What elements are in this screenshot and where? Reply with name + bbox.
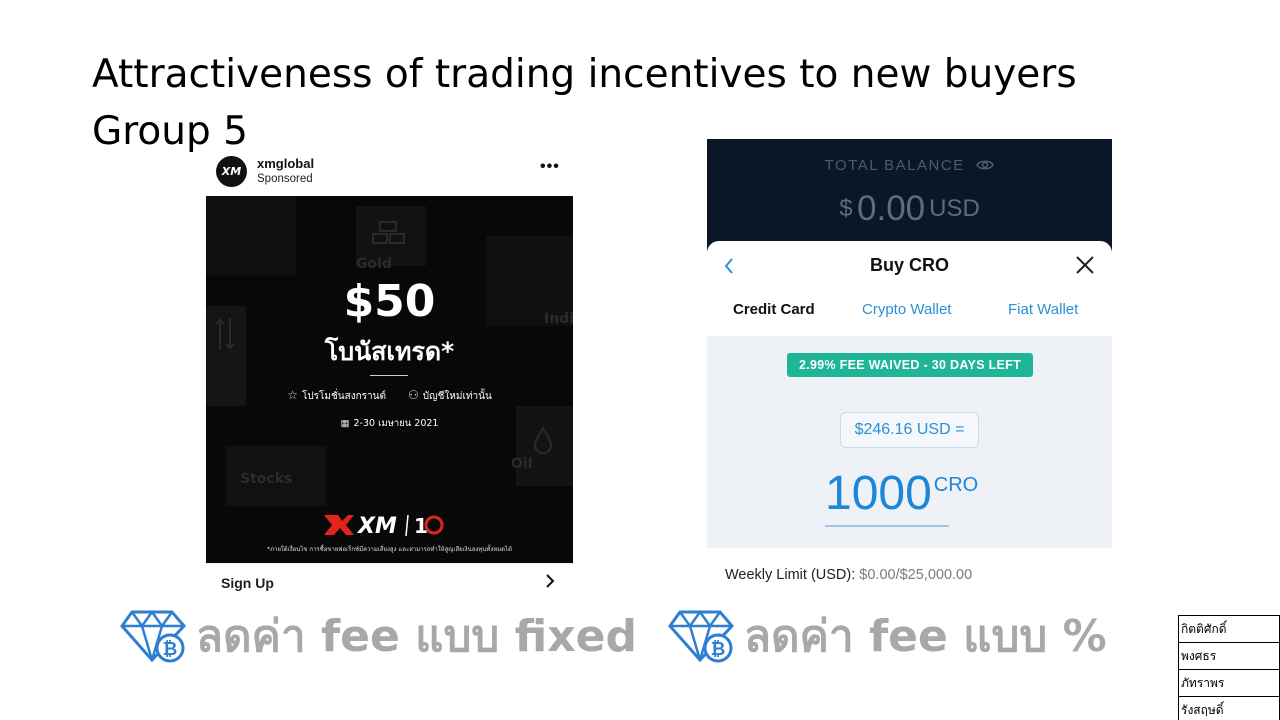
instagram-ad-card: XM xmglobal Sponsored ••• Gold Indi Stoc…: [206, 150, 573, 600]
fee-fixed-text: ลดค่า fee แบบ fixed: [196, 611, 638, 662]
crypto-buy-screen: TOTAL BALANCE $ 0.00 USD Buy CRO Credit C…: [707, 139, 1112, 589]
bg-label-stocks: Stocks: [240, 471, 293, 487]
member-row: ภัทราพร: [1178, 669, 1280, 697]
ad-bonus-text: โบนัสเทรด*: [324, 337, 455, 366]
sheet-title: Buy CRO: [869, 255, 949, 275]
ad-divider: [370, 375, 408, 376]
bg-label-oil: Oil: [511, 456, 533, 472]
fee-waived-badge: 2.99% FEE WAIVED - 30 DAYS LEFT: [787, 353, 1033, 377]
sign-up-label: Sign Up: [221, 575, 274, 591]
gold-bars-icon: [372, 221, 405, 244]
tab-fiat-wallet[interactable]: Fiat Wallet: [1008, 301, 1078, 318]
ad-date-range: 2-30 เมษายน 2021: [353, 418, 439, 429]
balance-header: TOTAL BALANCE $ 0.00 USD: [707, 139, 1112, 254]
xm-10th-anniversary-logo: XM 1: [324, 514, 444, 538]
star-icon: ☆: [287, 388, 298, 402]
ad-promo-item: ☆ โปรโมชั่นสงกรานต์: [287, 388, 386, 404]
payment-method-tabs: Credit Card Crypto Wallet Fiat Wallet: [707, 301, 1112, 335]
buy-sheet: Buy CRO Credit Card Crypto Wallet Fiat W…: [707, 241, 1112, 589]
ig-post-header: XM xmglobal Sponsored •••: [206, 150, 573, 196]
group-members-table: กิตติศักดิ์ พงศธร ภัทราพร รังสฤษดิ์: [1178, 615, 1280, 720]
diamond-bitcoin-icon: ₿: [120, 609, 187, 663]
close-icon[interactable]: [1075, 255, 1095, 275]
calendar-icon: ▦: [340, 418, 350, 429]
new-account-icon: ⚇: [408, 388, 419, 402]
fee-percent-label: ₿ ลดค่า fee แบบ %: [668, 606, 1107, 666]
tab-credit-card[interactable]: Credit Card: [733, 301, 815, 318]
cro-amount-input[interactable]: 1000 CRO: [825, 466, 978, 521]
svg-text:₿: ₿: [163, 639, 178, 660]
ig-account-name[interactable]: xmglobal: [257, 156, 314, 171]
weekly-limit: Weekly Limit (USD): $0.00/$25,000.00: [725, 567, 972, 583]
total-balance-value: $ 0.00 USD: [707, 189, 1112, 229]
chevron-right-icon: [546, 574, 555, 588]
more-options-icon[interactable]: •••: [540, 158, 560, 176]
member-name: ภัทราพร: [1178, 669, 1280, 697]
ad-promo-row: ☆ โปรโมชั่นสงกรานต์ ⚇ บัญชีใหม่เท่านั้น: [206, 388, 573, 404]
member-row: กิตติศักดิ์: [1178, 615, 1280, 643]
xm-avatar[interactable]: XM: [216, 156, 247, 187]
ad-bonus-amount: $50: [343, 276, 436, 327]
buy-amount-area: 2.99% FEE WAIVED - 30 DAYS LEFT $246.16 …: [707, 336, 1112, 548]
fee-percent-text: ลดค่า fee แบบ %: [744, 611, 1107, 662]
member-row: พงศธร: [1178, 642, 1280, 670]
member-row: รังสฤษดิ์: [1178, 696, 1280, 720]
ig-ad-image: Gold Indi Stocks Oil $50 โบนัสเทรด* ☆ โปร…: [206, 196, 573, 563]
ig-sponsored-label: Sponsored: [257, 173, 313, 185]
ad-promo-left: โปรโมชั่นสงกรานต์: [301, 391, 386, 402]
slide-title-line-1: Attractiveness of trading incentives to …: [92, 52, 1077, 97]
weekly-limit-label: Weekly Limit (USD):: [725, 567, 856, 583]
member-name: กิตติศักดิ์: [1178, 615, 1280, 643]
bg-tile: [206, 196, 296, 276]
svg-text:₿: ₿: [711, 639, 726, 660]
member-name: พงศธร: [1178, 642, 1280, 670]
weekly-limit-value: $0.00/$25,000.00: [859, 567, 973, 583]
cro-symbol: CRO: [933, 474, 979, 496]
bg-label-gold: Gold: [356, 256, 392, 272]
cro-amount-value: 1000: [825, 467, 932, 520]
fee-fixed-label: ₿ ลดค่า fee แบบ fixed: [120, 606, 637, 666]
sign-up-link[interactable]: Sign Up: [206, 563, 573, 600]
ad-date-row: ▦ 2-30 เมษายน 2021: [206, 416, 573, 431]
usd-value-toggle[interactable]: $246.16 USD =: [840, 412, 979, 448]
amount-underline: [825, 525, 949, 527]
eye-icon[interactable]: [976, 158, 995, 172]
total-balance-text: TOTAL BALANCE: [824, 157, 965, 174]
ad-promo-right: บัญชีใหม่เท่านั้น: [422, 391, 492, 402]
svg-text:XM: XM: [356, 514, 397, 538]
balance-unit: USD: [929, 195, 980, 222]
ad-disclaimer: *ภายใต้เงื่อนไข การซื้อขายฟอเร็กซ์มีความ…: [267, 546, 512, 553]
tab-crypto-wallet[interactable]: Crypto Wallet: [862, 301, 951, 318]
balance-amount: 0.00: [857, 189, 926, 228]
balance-currency: $: [839, 195, 853, 222]
ad-promo-item: ⚇ บัญชีใหม่เท่านั้น: [408, 388, 492, 404]
diamond-bitcoin-icon: ₿: [668, 609, 735, 663]
member-name: รังสฤษดิ์: [1178, 696, 1280, 720]
total-balance-label: TOTAL BALANCE: [707, 157, 1112, 174]
